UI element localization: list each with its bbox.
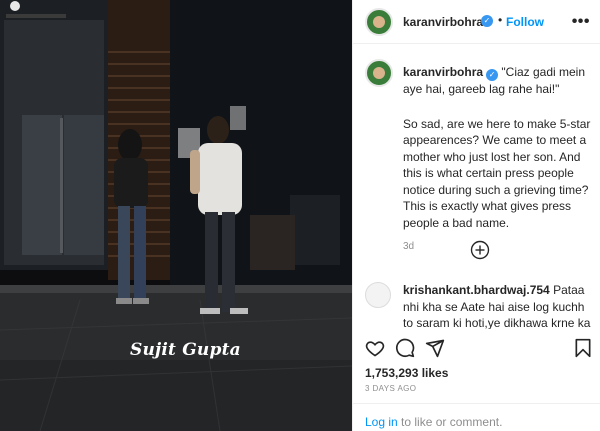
login-text: Log in to like or comment.: [365, 415, 502, 429]
commenter-username[interactable]: krishankant.bhardwaj.754: [403, 283, 550, 297]
comment-icon[interactable]: [395, 338, 415, 358]
login-rest: to like or comment.: [397, 415, 503, 429]
post-media[interactable]: Sujit Gupta: [0, 0, 352, 431]
bookmark-icon[interactable]: [573, 338, 593, 358]
caption-author-avatar[interactable]: [365, 59, 393, 87]
header-separator: •: [498, 13, 503, 27]
login-prompt: Log in to like or comment.: [353, 403, 600, 431]
like-count[interactable]: 1,753,293 likes: [365, 366, 448, 380]
author-avatar[interactable]: [365, 8, 393, 36]
commenter-avatar[interactable]: [365, 282, 391, 308]
more-options-icon[interactable]: •••: [572, 13, 590, 31]
post-actions: [353, 330, 600, 360]
verified-badge-icon: ✓: [486, 69, 499, 81]
post-date[interactable]: 3 DAYS AGO: [365, 384, 416, 393]
caption-username[interactable]: karanvirbohra: [403, 65, 483, 79]
share-icon[interactable]: [425, 338, 445, 358]
verified-badge-icon: ✓: [481, 15, 493, 27]
comment-text: krishankant.bhardwaj.754 Pataa nhi kha s…: [403, 282, 593, 329]
comments-section[interactable]: karanvirbohra ✓ "Ciaz gadi mein aye hai, …: [353, 44, 600, 329]
caption-text: karanvirbohra ✓ "Ciaz gadi mein aye hai, …: [403, 64, 599, 256]
heart-icon[interactable]: [365, 338, 385, 358]
plus-circle-icon[interactable]: [470, 240, 490, 260]
login-link[interactable]: Log in: [365, 415, 398, 429]
author-username[interactable]: karanvirbohra: [403, 15, 483, 29]
post-header: karanvirbohra ✓ • Follow •••: [353, 0, 600, 44]
post-side-panel: karanvirbohra ✓ • Follow ••• karanvirboh…: [352, 0, 600, 431]
video-frame: [0, 0, 352, 431]
caption-age[interactable]: 3d: [403, 239, 599, 256]
caption-body: So sad, are we here to make 5-star appea…: [403, 116, 591, 230]
video-watermark: Sujit Gupta: [130, 340, 241, 360]
follow-button[interactable]: Follow: [506, 15, 544, 29]
